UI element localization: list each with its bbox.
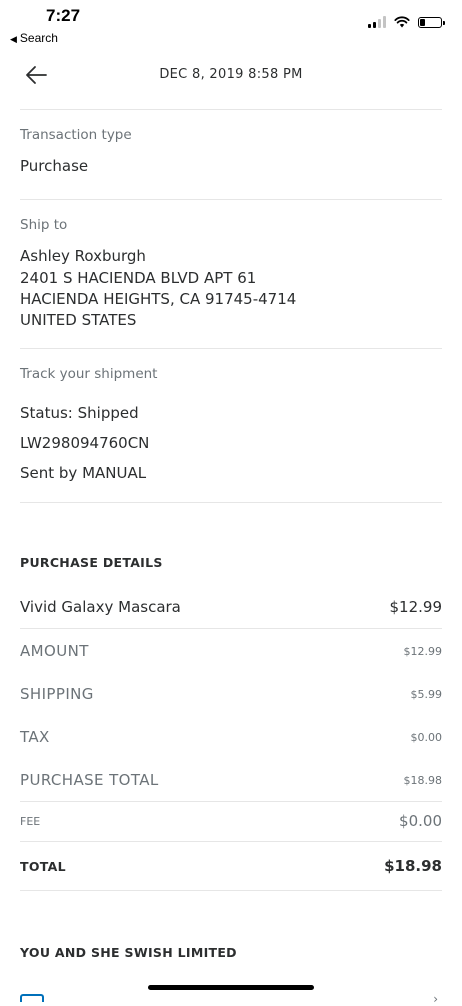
amount-row: AMOUNT $12.99 <box>20 640 442 662</box>
amount-value: $12.99 <box>403 644 443 658</box>
back-to-app-label: Search <box>19 31 58 45</box>
status-icons <box>368 16 445 28</box>
purchase-details-heading: PURCHASE DETAILS <box>20 555 163 570</box>
divider <box>20 628 442 629</box>
shipping-value: $5.99 <box>410 687 443 701</box>
total-value: $18.98 <box>384 857 442 875</box>
back-triangle-icon: ◀ <box>10 34 17 44</box>
fee-row: FEE $0.00 <box>20 810 442 832</box>
transaction-type-label: Transaction type <box>20 127 132 143</box>
total-label: TOTAL <box>20 858 66 874</box>
item-name: Vivid Galaxy Mascara <box>20 598 181 616</box>
tax-row: TAX $0.00 <box>20 726 442 748</box>
divider <box>20 801 442 802</box>
merchant-heading: YOU AND SHE SWISH LIMITED <box>20 945 237 960</box>
divider <box>20 890 442 891</box>
cellular-signal-icon <box>368 16 386 28</box>
shipment-carrier: Sent by MANUAL <box>20 464 147 482</box>
track-shipment-label: Track your shipment <box>20 366 158 382</box>
divider <box>20 502 442 503</box>
divider <box>20 199 442 200</box>
divider <box>20 348 442 349</box>
purchase-total-value: $18.98 <box>403 773 443 787</box>
purchase-item-row: Vivid Galaxy Mascara $12.99 <box>20 596 442 618</box>
ship-to-city: HACIENDA HEIGHTS, CA 91745-4714 <box>20 290 297 308</box>
amount-label: AMOUNT <box>20 642 89 660</box>
divider <box>20 109 442 110</box>
tax-label: TAX <box>20 728 50 746</box>
item-price: $12.99 <box>389 598 443 616</box>
ship-to-street: 2401 S HACIENDA BLVD APT 61 <box>20 269 257 287</box>
home-indicator[interactable] <box>148 985 314 990</box>
shipment-status: Status: Shipped <box>20 404 139 422</box>
total-row: TOTAL $18.98 <box>20 855 442 877</box>
ship-to-label: Ship to <box>20 217 68 233</box>
tax-value: $0.00 <box>410 730 443 744</box>
purchase-total-row: PURCHASE TOTAL $18.98 <box>20 769 442 791</box>
transaction-date-title: DEC 8, 2019 8:58 PM <box>159 67 303 82</box>
shipping-label: SHIPPING <box>20 685 94 703</box>
battery-icon <box>418 16 445 28</box>
divider <box>20 841 442 842</box>
transaction-type-value: Purchase <box>20 157 89 175</box>
fee-label: FEE <box>20 814 41 828</box>
merchant-icon <box>20 994 44 1002</box>
fee-value: $0.00 <box>399 812 442 830</box>
page-header: DEC 8, 2019 8:58 PM <box>0 52 462 100</box>
shipping-row: SHIPPING $5.99 <box>20 683 442 705</box>
status-time: 7:27 <box>46 6 81 25</box>
purchase-total-label: PURCHASE TOTAL <box>20 771 159 789</box>
status-bar: 7:27 ◀ Search <box>0 0 462 50</box>
back-to-app-link[interactable]: ◀ Search <box>10 31 58 45</box>
wifi-icon <box>394 16 410 28</box>
tracking-number[interactable]: LW298094760CN <box>20 433 149 454</box>
chevron-right-icon[interactable]: › <box>433 992 438 1006</box>
ship-to-country: UNITED STATES <box>20 311 137 329</box>
ship-to-name: Ashley Roxburgh <box>20 247 146 265</box>
